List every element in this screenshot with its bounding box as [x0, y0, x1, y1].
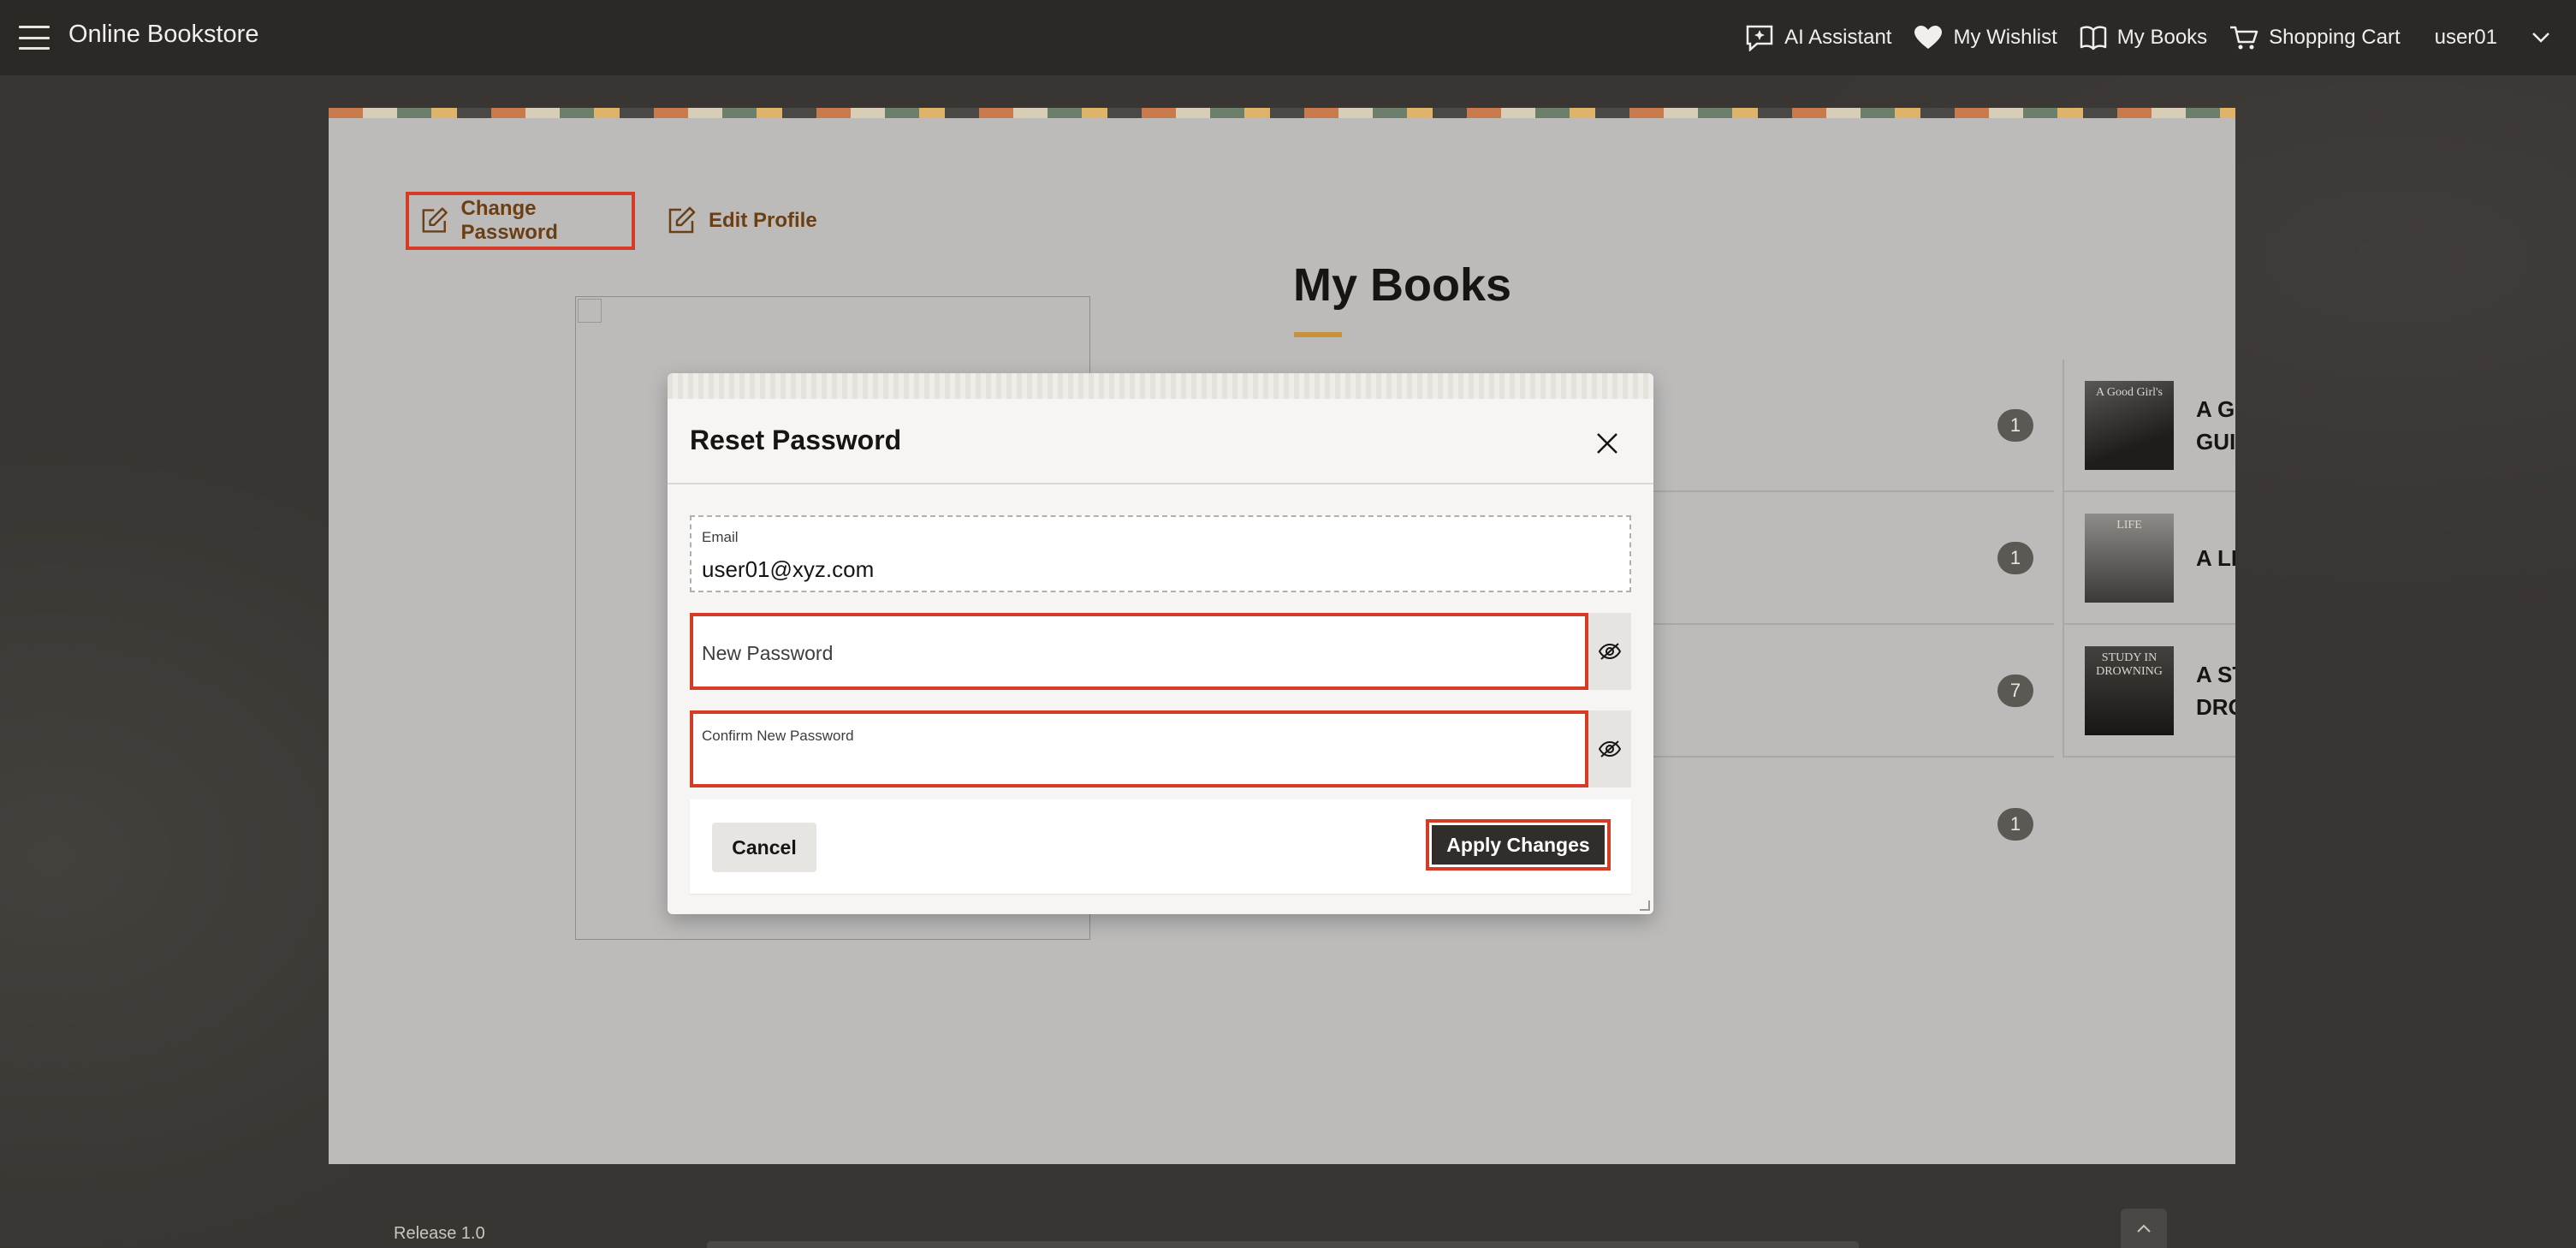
edit-profile-label: Edit Profile [709, 209, 817, 232]
hamburger-menu-icon[interactable] [19, 26, 50, 50]
edit-profile-button[interactable]: Edit Profile [666, 195, 817, 247]
nav-shopping-cart-label: Shopping Cart [2269, 26, 2401, 49]
apply-changes-highlight: Apply Changes [1426, 819, 1611, 871]
user-menu[interactable]: user01 [2435, 26, 2550, 50]
top-header: Online Bookstore AI Assistant My Wishlis… [0, 0, 2576, 75]
email-field[interactable]: Email user01@xyz.com [690, 515, 1631, 592]
nav-my-wishlist[interactable]: My Wishlist [1914, 25, 2057, 51]
chevron-down-icon [2532, 33, 2549, 43]
eye-slash-icon [1599, 643, 1621, 660]
new-password-placeholder: New Password [702, 642, 834, 664]
heading-underline [1294, 332, 1342, 337]
nav-my-books-label: My Books [2116, 26, 2208, 49]
count-badge: 7 [1997, 674, 2033, 707]
change-password-button[interactable]: Change Password [406, 192, 635, 250]
apply-changes-button[interactable]: Apply Changes [1432, 825, 1605, 865]
book-cover: STUDY IN DROWNING [2085, 645, 2174, 735]
dialog-title: Reset Password [690, 425, 902, 455]
app-title[interactable]: Online Bookstore [68, 21, 258, 49]
nav-my-books[interactable]: My Books [2080, 25, 2207, 51]
book-icon [2080, 26, 2107, 51]
count-badge: 1 [1997, 807, 2033, 841]
count-badge: 1 [1997, 408, 2033, 442]
book-cover: A Good Girl's [2085, 380, 2174, 470]
count-badge: 1 [1997, 541, 2033, 574]
heart-icon [1914, 26, 1943, 49]
dialog-header: Reset Password [668, 399, 1653, 484]
resize-handle[interactable] [1640, 900, 1650, 911]
book-title: A STUDY IN DROWNING [2196, 661, 2235, 720]
nav-shopping-cart[interactable]: Shopping Cart [2229, 25, 2401, 51]
book-title: A LITTLE LIFE [2196, 544, 2235, 571]
eye-slash-icon [1599, 740, 1621, 758]
release-version: Release 1.0 [394, 1224, 485, 1243]
edit-icon [422, 207, 448, 233]
cancel-button[interactable]: Cancel [712, 823, 816, 872]
confirm-password-label: Confirm New Password [702, 728, 854, 744]
nav-ai-assistant-label: AI Assistant [1784, 26, 1892, 49]
user-name: user01 [2434, 26, 2497, 49]
list-item[interactable]: A Good Girl's A GOOD GIRL'S GUIDE TO MUR… [2063, 360, 2235, 492]
cart-icon [2230, 26, 2258, 50]
book-cover: LIFE [2085, 513, 2174, 603]
confirm-password-input[interactable]: Confirm New Password [690, 710, 1588, 787]
dialog-footer: Cancel Apply Changes [690, 799, 1631, 894]
scroll-to-top-button[interactable] [2121, 1209, 2167, 1248]
decorative-banner [329, 108, 2235, 118]
top-nav: AI Assistant My Wishlist My Books Shoppi… [1723, 0, 2550, 75]
book-title: A GOOD GIRL'S GUIDE TO MURDER [2196, 395, 2235, 455]
toggle-confirm-password-visibility[interactable] [1588, 710, 1631, 787]
nav-ai-assistant[interactable]: AI Assistant [1745, 24, 1891, 51]
toggle-new-password-visibility[interactable] [1588, 613, 1631, 690]
ai-assistant-icon [1746, 25, 1773, 51]
chevron-up-icon [2137, 1224, 2151, 1233]
list-item[interactable]: STUDY IN DROWNING A STUDY IN DROWNING 2 [2063, 625, 2235, 758]
broken-image-icon [578, 299, 602, 323]
reset-password-dialog: Reset Password Email user01@xyz.com New … [668, 373, 1653, 914]
email-label: Email [702, 529, 739, 545]
close-icon[interactable] [1595, 431, 1619, 455]
dialog-decoration [668, 373, 1653, 399]
my-books-heading: My Books [1293, 259, 1512, 311]
list-item[interactable]: LIFE A LITTLE LIFE 1 [2063, 492, 2235, 625]
edit-icon [668, 206, 696, 234]
email-value: user01@xyz.com [702, 556, 875, 582]
new-password-input[interactable]: New Password [690, 613, 1588, 690]
change-password-label: Change Password [460, 197, 558, 244]
nav-my-wishlist-label: My Wishlist [1953, 26, 2057, 49]
bottom-bar [707, 1241, 1859, 1248]
